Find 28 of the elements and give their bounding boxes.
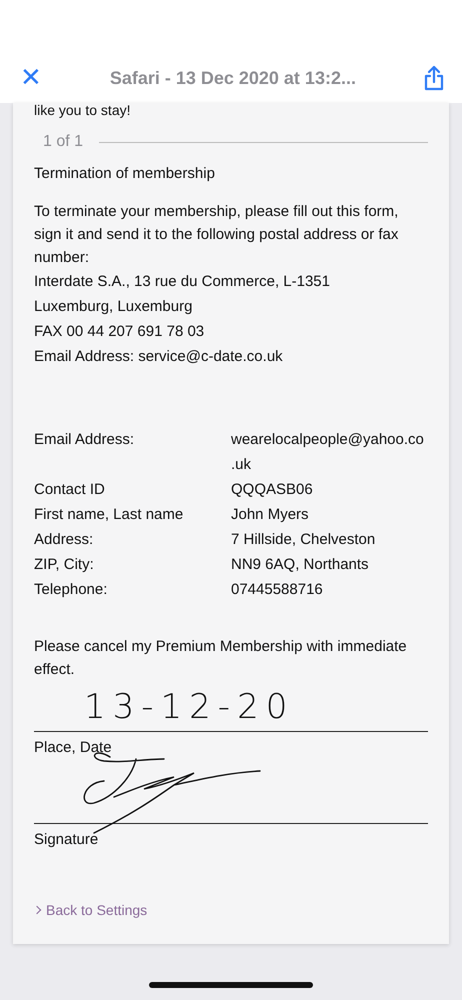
window-title: Safari - 13 Dec 2020 at 13:2... [108, 67, 357, 90]
field-value: 07445588716 [231, 580, 324, 600]
text-line: like you to stay! [34, 103, 132, 117]
address-line: Interdate S.A., 13 rue du Commerce, L-1351 [34, 272, 331, 292]
field-value: John Myers [231, 505, 310, 525]
close-button[interactable]: ✕ [20, 63, 42, 93]
field-caption: Place, Date [34, 739, 113, 757]
field-value: 7 Hillside, Chelveston [231, 530, 376, 550]
field-label: Address: [34, 530, 94, 550]
share-icon[interactable] [424, 65, 444, 91]
field-label: Telephone: [34, 580, 108, 600]
field-value: NN9 6AQ, Northants [231, 555, 370, 575]
field-label: First name, Last name [34, 505, 184, 525]
page-counter: 1 of 1 [43, 133, 84, 151]
address-line: Luxemburg, Luxemburg [34, 297, 194, 317]
field-label: Contact ID [34, 480, 106, 500]
field-label: ZIP, City: [34, 555, 95, 575]
address-line: FAX 00 44 207 691 78 03 [34, 322, 206, 342]
field-label: Email Address: [34, 430, 136, 450]
paragraph: Please cancel my Premium Membership with immediate effect. [34, 637, 408, 680]
handwritten-date: 13-12-20 [84, 687, 294, 727]
section-heading: Termination of membership [34, 165, 216, 182]
back-link[interactable]: Back to Settings [46, 902, 148, 918]
field-caption: Signature [34, 831, 100, 849]
field-value: QQQASB06 [231, 480, 314, 500]
paragraph: To terminate your membership, please fill out this form, sign it and send it to the following postal address or fax number: [34, 202, 400, 268]
field-value: wearelocalpeople@yahoo.co.uk [231, 430, 425, 475]
address-line: Email Address: service@c-date.co.uk [34, 347, 284, 367]
